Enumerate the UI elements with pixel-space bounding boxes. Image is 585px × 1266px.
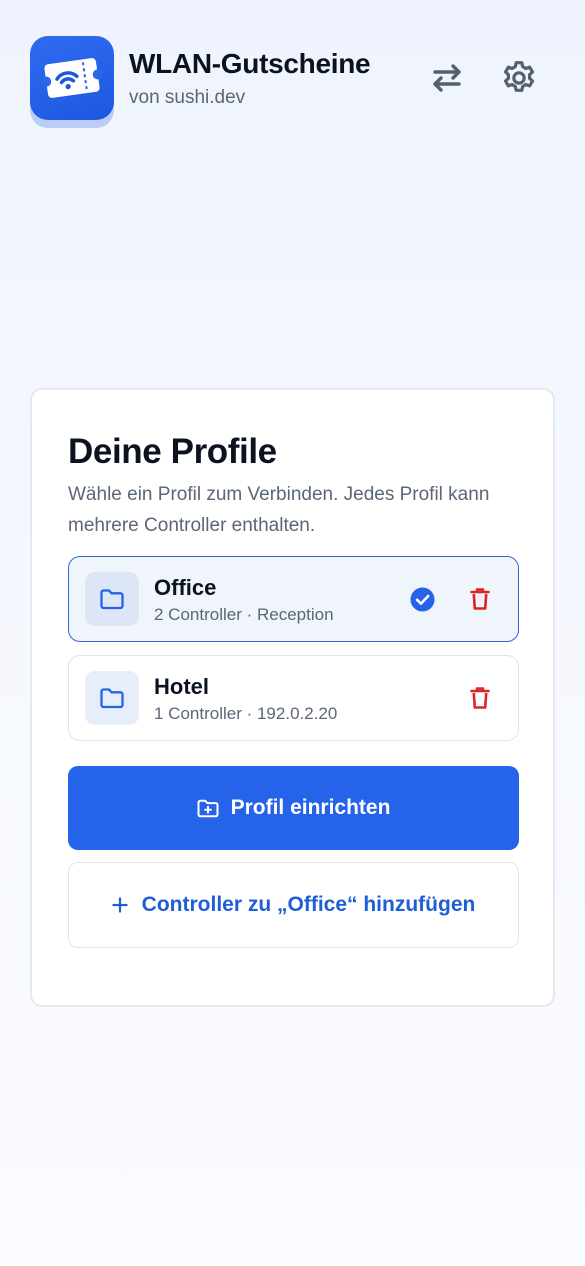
setup-profile-button[interactable]: Profil einrichten	[68, 766, 519, 850]
wifi-ticket-icon	[30, 36, 114, 120]
card-description: Wähle ein Profil zum Verbinden. Jedes Pr…	[68, 484, 490, 536]
trash-icon	[470, 588, 490, 610]
profile-name: Hotel	[154, 674, 209, 699]
app-logo	[30, 36, 114, 128]
setup-profile-label: Profil einrichten	[230, 796, 391, 819]
folder-plus-icon	[197, 799, 219, 817]
profile-name: Office	[154, 575, 217, 600]
trash-icon	[470, 687, 490, 709]
delete-hotel-button[interactable]	[468, 685, 492, 711]
profile-item-office[interactable]: Office 2 Controller · Reception	[68, 556, 519, 642]
profile-item-hotel[interactable]: Hotel 1 Controller · 192.0.2.20	[68, 655, 519, 741]
profiles-card: Deine Profile Wähle ein Profil zum Verbi…	[30, 388, 555, 1007]
check-circle-icon	[410, 587, 435, 612]
app-header: WLAN-Gutscheine von sushi.dev	[0, 0, 585, 140]
profile-meta: 1 Controller · 192.0.2.20	[154, 704, 338, 723]
settings-button[interactable]	[497, 56, 541, 100]
gear-icon	[503, 61, 535, 92]
app-subtitle: von sushi.dev	[129, 87, 246, 108]
card-title: Deine Profile	[68, 432, 277, 471]
swap-arrows-icon	[433, 64, 461, 92]
app-title: WLAN-Gutscheine	[129, 48, 371, 79]
switch-button[interactable]	[425, 56, 469, 100]
folder-icon	[85, 671, 139, 725]
add-controller-label: Controller zu „Office“ hinzufügen	[141, 893, 476, 916]
folder-icon	[85, 572, 139, 626]
profile-meta: 2 Controller · Reception	[154, 605, 334, 624]
add-controller-button[interactable]: Controller zu „Office“ hinzufügen	[68, 862, 519, 948]
delete-office-button[interactable]	[468, 586, 492, 612]
plus-icon	[112, 897, 128, 913]
